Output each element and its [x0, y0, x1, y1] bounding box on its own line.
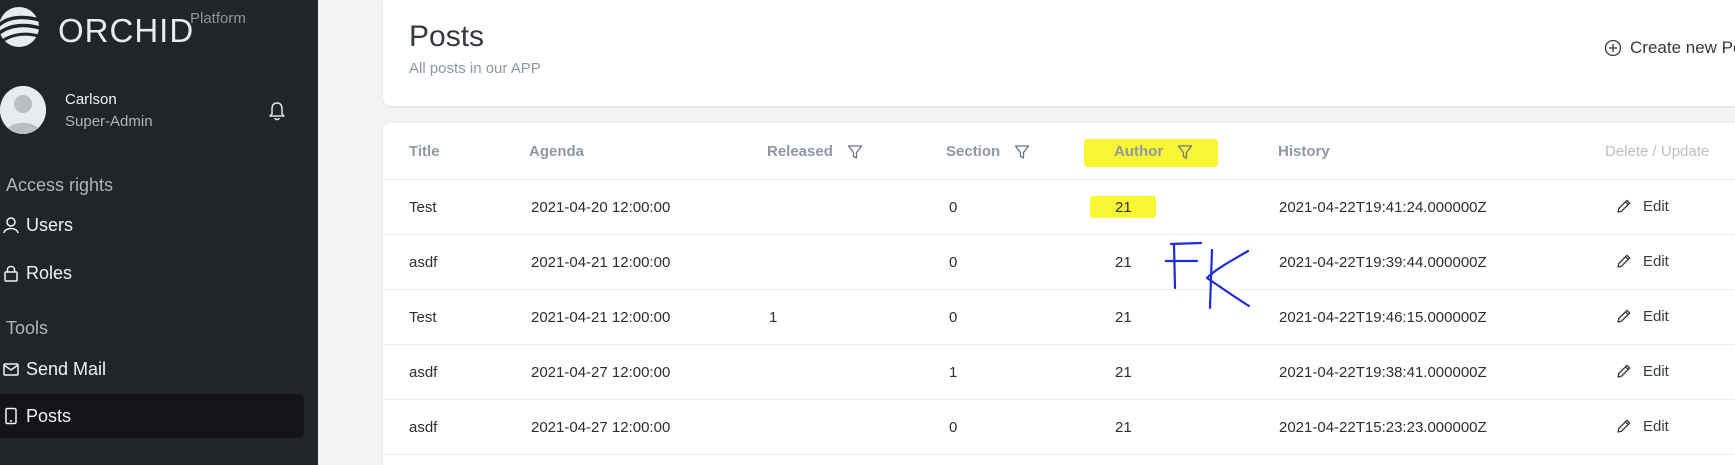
- table-row: asdf 2021-04-27 12:00:00 1 21 2021-04-22…: [383, 345, 1735, 400]
- cell-released: 1: [769, 309, 778, 326]
- avatar-person-icon: [0, 86, 46, 134]
- edit-label: Edit: [1643, 362, 1669, 380]
- sidebar-item-label: Roles: [26, 262, 73, 283]
- brand[interactable]: ORCHID Platform: [0, 0, 318, 60]
- sidebar-item-users[interactable]: Users: [0, 203, 304, 247]
- column-header-delete-update: Delete / Update: [1605, 143, 1710, 160]
- pencil-icon: [1617, 199, 1631, 213]
- cell-history: 2021-04-22T19:39:44.000000Z: [1279, 254, 1487, 271]
- table-row: Test 2021-04-20 12:00:00 0 21 2021-04-22…: [383, 180, 1735, 235]
- cell-agenda: 2021-04-20 12:00:00: [531, 199, 671, 216]
- sidebar: ORCHID Platform Carlson Super-Admin Acce…: [0, 0, 318, 465]
- edit-button[interactable]: Edit: [1615, 307, 1669, 325]
- page-header: Posts All posts in our APP Create new Po: [383, 0, 1735, 106]
- handwritten-fk-annotation: [1165, 241, 1251, 310]
- cell-agenda: 2021-04-27 12:00:00: [531, 364, 671, 381]
- column-header-author[interactable]: Author: [1114, 143, 1193, 160]
- sidebar-item-label: Send Mail: [26, 358, 107, 379]
- column-header-released[interactable]: Released: [767, 143, 863, 160]
- cell-title: Test: [409, 309, 437, 326]
- user-profile[interactable]: Carlson Super-Admin: [0, 86, 318, 138]
- cell-section: 0: [949, 254, 958, 271]
- avatar: [0, 86, 46, 134]
- cell-title: asdf: [409, 254, 438, 271]
- brand-name: ORCHID: [58, 12, 195, 49]
- sidebar-item-label: Users: [26, 214, 74, 235]
- pencil-icon: [1617, 419, 1631, 433]
- create-new-post-label: Create new Po: [1630, 38, 1735, 57]
- filter-icon[interactable]: [847, 144, 863, 160]
- notification-bell-icon[interactable]: [266, 100, 288, 122]
- lock-icon: [4, 265, 18, 282]
- phone-icon: [5, 407, 17, 425]
- cell-history: 2021-04-22T19:46:15.000000Z: [1279, 309, 1487, 326]
- cell-section: 0: [949, 199, 958, 216]
- cell-author: 21: [1115, 199, 1132, 216]
- pencil-icon: [1617, 364, 1631, 378]
- profile-role: Super-Admin: [65, 113, 153, 130]
- column-header-agenda[interactable]: Agenda: [529, 143, 584, 160]
- table-row: Test 2021-04-21 12:00:00 1 0 21 2021-04-…: [383, 290, 1735, 345]
- filter-icon[interactable]: [1014, 144, 1030, 160]
- cell-history: 2021-04-22T19:38:41.000000Z: [1279, 364, 1487, 381]
- edit-label: Edit: [1643, 307, 1669, 325]
- cell-author: 21: [1115, 309, 1132, 326]
- edit-button[interactable]: Edit: [1615, 252, 1669, 270]
- edit-button[interactable]: Edit: [1615, 197, 1669, 215]
- column-header-section[interactable]: Section: [946, 143, 1030, 160]
- column-header-label: Section: [946, 143, 1001, 160]
- cell-title: Test: [409, 199, 437, 216]
- create-new-post-button[interactable]: Create new Po: [1604, 38, 1735, 58]
- table-row: asdf 2021-04-21 12:00:00 0 21 2021-04-22…: [383, 235, 1735, 290]
- mail-icon: [3, 363, 19, 376]
- user-icon: [3, 217, 19, 234]
- plus-circle-icon: [1604, 39, 1622, 57]
- cell-history: 2021-04-22T15:23:23.000000Z: [1279, 419, 1487, 436]
- edit-button[interactable]: Edit: [1615, 417, 1669, 435]
- cell-author: 21: [1115, 364, 1132, 381]
- cell-section: 1: [949, 364, 958, 381]
- sidebar-item-send-mail[interactable]: Send Mail: [0, 347, 304, 391]
- page-subtitle: All posts in our APP: [409, 60, 541, 77]
- edit-label: Edit: [1643, 417, 1669, 435]
- section-heading-access-rights: Access rights: [6, 175, 114, 195]
- column-header-label: Author: [1114, 143, 1164, 160]
- cell-author: 21: [1115, 254, 1132, 271]
- filter-icon[interactable]: [1177, 144, 1193, 160]
- cell-author: 21: [1115, 419, 1132, 436]
- table-row: asdf 2021-04-27 12:00:00 0 21 2021-04-22…: [383, 400, 1735, 455]
- cell-title: asdf: [409, 364, 438, 381]
- column-header-history[interactable]: History: [1278, 143, 1330, 160]
- page-title: Posts: [409, 20, 485, 53]
- cell-section: 0: [949, 309, 958, 326]
- column-header-label: Released: [767, 143, 833, 160]
- edit-button[interactable]: Edit: [1615, 362, 1669, 380]
- cell-agenda: 2021-04-21 12:00:00: [531, 309, 671, 326]
- cell-title: asdf: [409, 419, 438, 436]
- sidebar-item-label: Posts: [26, 405, 72, 426]
- cell-section: 0: [949, 419, 958, 436]
- sidebar-item-roles[interactable]: Roles: [0, 251, 304, 295]
- cell-history: 2021-04-22T19:41:24.000000Z: [1279, 199, 1487, 216]
- cell-agenda: 2021-04-21 12:00:00: [531, 254, 671, 271]
- brand-subtitle: Platform: [190, 10, 246, 27]
- pencil-icon: [1617, 254, 1631, 268]
- column-header-title[interactable]: Title: [409, 143, 440, 160]
- posts-table-body: Title Agenda Released Section Author His…: [383, 123, 1735, 465]
- pencil-icon: [1617, 309, 1631, 323]
- sidebar-item-posts[interactable]: Posts: [0, 394, 304, 438]
- posts-table: Title Agenda Released Section Author His…: [383, 123, 1735, 465]
- edit-label: Edit: [1643, 197, 1669, 215]
- orchid-logo-icon: [0, 7, 41, 47]
- cell-agenda: 2021-04-27 12:00:00: [531, 419, 671, 436]
- profile-name: Carlson: [65, 91, 117, 108]
- edit-label: Edit: [1643, 252, 1669, 270]
- section-heading-tools: Tools: [6, 318, 49, 338]
